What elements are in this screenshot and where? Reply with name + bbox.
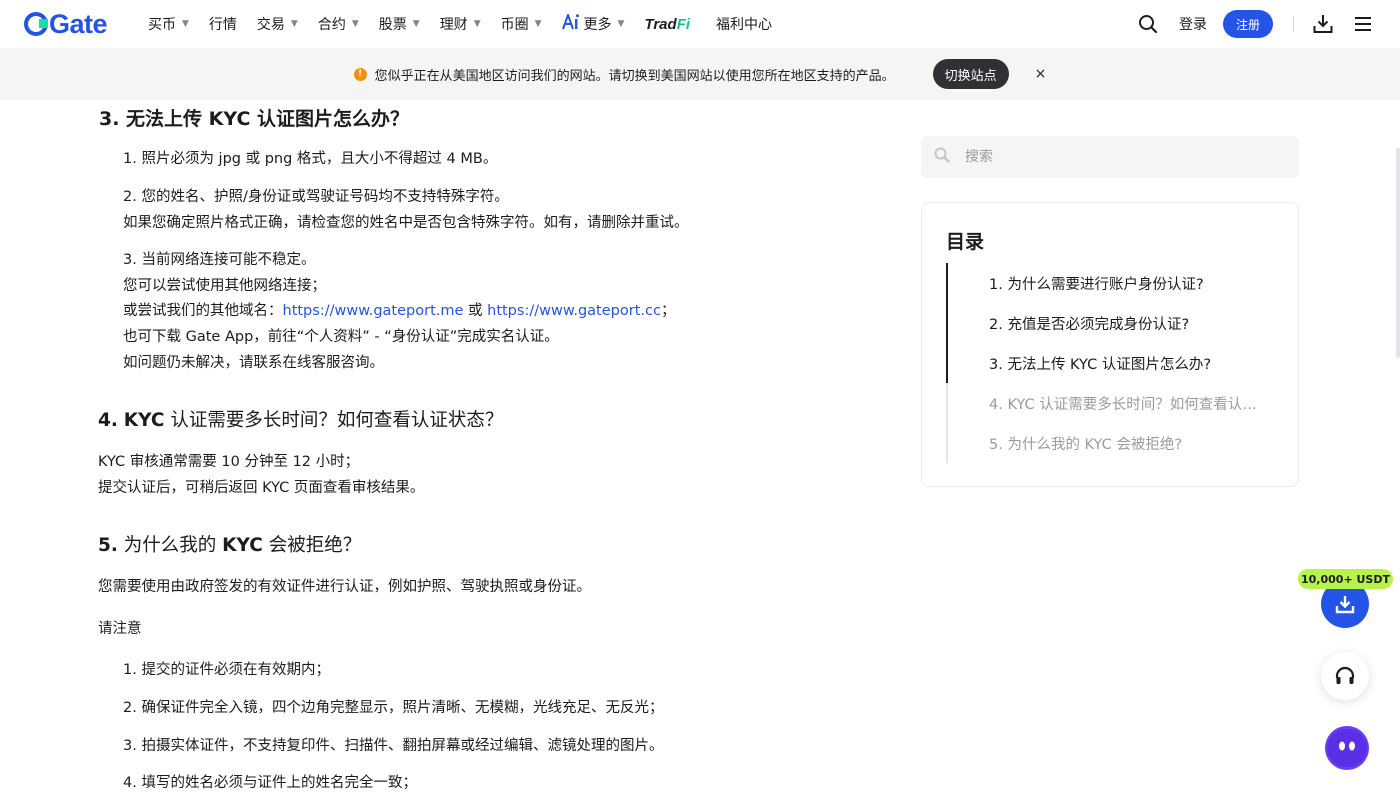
heading-text: 会被拒绝？	[262, 535, 362, 556]
nav-label: 买币	[148, 17, 176, 33]
close-icon[interactable]: ×	[1035, 66, 1047, 82]
nav-right: 登录 注册	[1137, 0, 1400, 48]
heading-text: 为什么我的	[117, 535, 223, 556]
article-list-item: 2. 您的姓名、护照/身份证或驾驶证号码均不支持特殊字符。	[123, 189, 509, 205]
article-list-item: 1. 提交的证件必须在有效期内；	[123, 662, 330, 678]
menu-icon[interactable]	[1352, 13, 1374, 35]
gate-logo[interactable]: Gate	[24, 9, 108, 39]
nav-label: 股票	[378, 17, 407, 33]
search-icon	[933, 146, 951, 168]
caret-down-icon: ▼	[534, 19, 542, 29]
nav-item-trade[interactable]: 交易 ▼	[257, 14, 298, 34]
article-list-item: 1. 照片必须为 jpg 或 png 格式，且大小不得超过 4 MB。	[123, 151, 498, 167]
caret-down-icon: ▼	[290, 19, 298, 29]
region-banner: ! 您似乎正在从美国地区访问我们的网站。请切换到美国网站以使用您所在地区支持的产…	[0, 48, 1400, 100]
tradfi-accent: Fi	[676, 15, 691, 33]
section-heading-5: 5. 为什么我的 KYC 会被拒绝？	[98, 531, 361, 557]
heading-number: 5.	[98, 535, 118, 556]
logo-mark-icon	[24, 12, 48, 36]
article-list-item: 2. 确保证件完全入镜，四个边角完整显示，照片清晰、无模糊，光线充足、无反光；	[123, 700, 664, 716]
nav-label: 福利中心	[716, 17, 773, 33]
article-paragraph: 提交认证后，可稍后返回 KYC 页面查看审核结果。	[98, 480, 425, 496]
caret-down-icon: ▼	[617, 19, 625, 29]
toc-item-4[interactable]: 4. KYC 认证需要多长时间？如何查看认证状态?	[989, 393, 1264, 414]
nav-item-buy-crypto[interactable]: 买币 ▼	[148, 14, 189, 34]
article-note: 您可以尝试使用其他网络连接；	[123, 278, 326, 294]
caret-down-icon: ▼	[473, 19, 481, 29]
logo-text: Gate	[49, 9, 108, 39]
customer-support-fab[interactable]	[1321, 652, 1369, 700]
article-list-item: 4. 填写的姓名必须与证件上的姓名完全一致；	[123, 775, 417, 791]
article-clipped-heading: 3. 无法上传 KYC 认证图片怎么办？	[99, 108, 410, 130]
toc-title: 目录	[946, 231, 985, 253]
caret-down-icon: ▼	[182, 19, 189, 29]
nav-label: 行情	[208, 17, 237, 33]
switch-site-button[interactable]: 切换站点	[932, 59, 1009, 89]
nav-item-more[interactable]: 更多 ▼	[561, 12, 625, 34]
register-button[interactable]: 注册	[1223, 10, 1273, 38]
ai-assistant-fab[interactable]	[1325, 726, 1369, 770]
tradfi-label: Trad	[644, 15, 677, 33]
domain-suffix: ；	[660, 303, 676, 319]
login-link[interactable]: 登录	[1179, 14, 1207, 34]
heading-kyc: KYC	[222, 535, 263, 556]
nav-item-rewards-hub[interactable]: 福利中心	[716, 14, 772, 34]
article-list-item: 3. 拍摄实体证件，不支持复印件、扫描件、翻拍屏幕或经过编辑、滤镜处理的图片。	[123, 738, 664, 754]
banner-message: 您似乎正在从美国地区访问我们的网站。请切换到美国网站以使用您所在地区支持的产品。	[374, 68, 895, 84]
nav-label: 合约	[317, 17, 346, 33]
article-note: 如问题仍未解决，请联系在线客服咨询。	[123, 355, 384, 371]
reward-badge[interactable]: 10,000+ USDT	[1298, 569, 1393, 589]
heading-text: 认证需要多长时间？如何查看认证状态？	[164, 410, 504, 431]
search-input[interactable]	[965, 149, 1265, 165]
top-navbar: Gate 买币 ▼ 行情 交易 ▼ 合约 ▼ 股票 ▼ 理财 ▼ 币圈 ▼ 更多 ▼ Trad…	[0, 0, 1400, 48]
heading-number: 4.	[98, 410, 118, 431]
toc-progress-bar	[946, 263, 948, 383]
download-icon	[1335, 596, 1355, 614]
nav-label: 理财	[439, 17, 468, 33]
article-paragraph: 请注意	[98, 621, 142, 637]
article-domain-line: 或尝试我们的其他域名：https://www.gateport.me 或 htt…	[123, 299, 675, 320]
article-note: 也可下载 Gate App，前往“个人资料” - “身份认证”完成实名认证。	[123, 329, 559, 345]
article-paragraph: KYC 审核通常需要 10 分钟至 12 小时；	[98, 454, 360, 470]
search-icon[interactable]	[1137, 13, 1159, 35]
domain-or: 或	[463, 303, 488, 319]
table-of-contents: 目录 1. 为什么需要进行账户身份认证? 2. 充值是否必须完成身份认证? 3.…	[921, 202, 1299, 487]
heading-kyc: KYC	[123, 410, 165, 431]
main-nav: 买币 ▼ 行情 交易 ▼ 合约 ▼ 股票 ▼ 理财 ▼ 币圈 ▼ 更多 ▼ TradFi 福利…	[148, 0, 792, 48]
article-list-item: 3. 当前网络连接可能不稳定。	[123, 252, 316, 268]
domain-link-me[interactable]: https://www.gateport.me	[283, 303, 464, 319]
ai-icon	[561, 12, 580, 34]
nav-divider	[1293, 16, 1294, 32]
caret-down-icon: ▼	[412, 19, 420, 29]
nav-item-stocks[interactable]: 股票 ▼	[379, 14, 420, 34]
caret-down-icon: ▼	[351, 19, 359, 29]
nav-label: 币圈	[500, 17, 529, 33]
nav-item-earn[interactable]: 理财 ▼	[440, 14, 481, 34]
download-icon[interactable]	[1312, 13, 1334, 35]
nav-label: 更多	[583, 17, 612, 33]
nav-item-tradfi[interactable]: TradFi	[644, 16, 690, 33]
article-note: 如果您确定照片格式正确，请检查您的姓名中是否包含特殊字符。如有，请删除并重试。	[123, 215, 689, 231]
toc-item-1[interactable]: 1. 为什么需要进行账户身份认证?	[989, 273, 1204, 294]
sidebar-search	[921, 136, 1299, 178]
chatbot-icon	[1327, 729, 1367, 767]
page-scrollbar[interactable]	[1396, 148, 1400, 358]
domain-link-cc[interactable]: https://www.gateport.cc	[487, 303, 661, 319]
nav-label: 交易	[256, 17, 285, 33]
domain-prefix: 或尝试我们的其他域名：	[123, 303, 283, 319]
toc-item-3[interactable]: 3. 无法上传 KYC 认证图片怎么办?	[989, 353, 1211, 374]
warning-icon: !	[353, 67, 367, 81]
article-paragraph: 您需要使用由政府签发的有效证件进行认证，例如护照、驾驶执照或身份证。	[98, 579, 591, 595]
nav-item-community[interactable]: 币圈 ▼	[501, 14, 542, 34]
section-heading-4: 4. KYC 认证需要多长时间？如何查看认证状态？	[98, 406, 503, 432]
toc-item-5[interactable]: 5. 为什么我的 KYC 会被拒绝?	[989, 433, 1182, 454]
nav-item-futures[interactable]: 合约 ▼	[318, 14, 359, 34]
nav-item-markets[interactable]: 行情	[209, 14, 237, 34]
toc-item-2[interactable]: 2. 充值是否必须完成身份认证?	[989, 313, 1189, 334]
headset-icon	[1335, 666, 1355, 684]
